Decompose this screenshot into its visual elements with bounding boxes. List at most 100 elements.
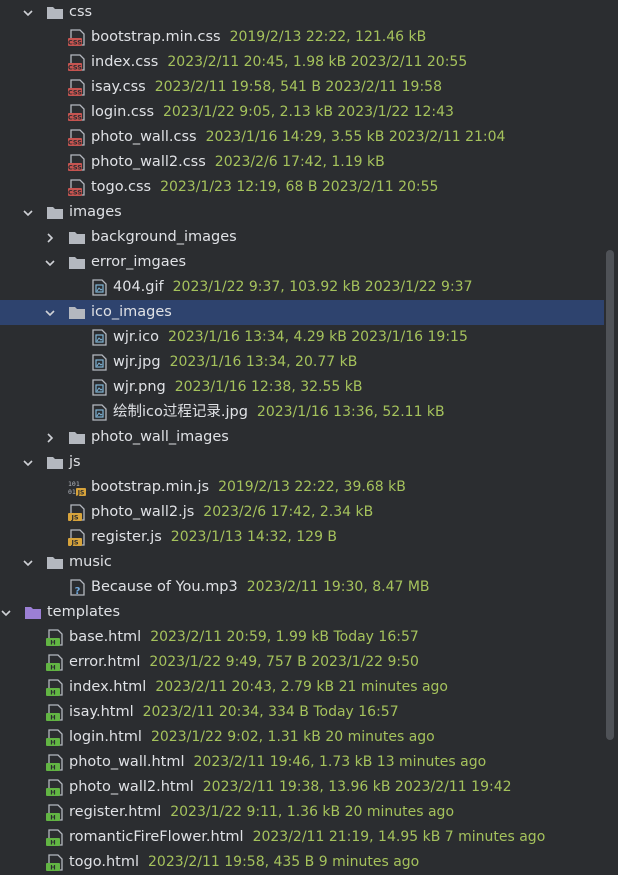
tree-item-label: wjr.ico 2023/1/16 13:34, 4.29 kB 2023/1/1… — [113, 325, 468, 350]
tree-item-label: photo_wall2.js 2023/2/6 17:42, 2.34 kB — [91, 500, 373, 525]
tree-file-row[interactable]: Hphoto_wall.html 2023/2/11 19:46, 1.73 kB… — [0, 750, 604, 775]
tree-file-row[interactable]: CSS index.css 2023/2/11 20:45, 1.98 kB 202… — [0, 50, 604, 75]
file-metadata: 2023/1/13 14:32, 129 B — [170, 529, 338, 545]
tree-folder-row[interactable]: js — [0, 450, 604, 475]
css-file-icon: CSS — [68, 104, 86, 121]
tree-file-row[interactable]: 绘制ico过程记录.jpg 2023/1/16 13:36, 52.11 kB — [0, 400, 604, 425]
css-file-icon: CSS — [68, 179, 86, 196]
tree-file-row[interactable]: CSS isay.css 2023/2/11 19:58, 541 B 2023/2… — [0, 75, 604, 100]
image-file-icon — [90, 354, 108, 371]
file-name: js — [69, 454, 81, 470]
tree-file-row[interactable]: CSS login.css 2023/1/22 9:05, 2.13 kB 2023… — [0, 100, 604, 125]
tree-file-row[interactable]: Hbase.html 2023/2/11 20:59, 1.99 kB Today… — [0, 625, 604, 650]
tree-file-row[interactable]: Hisay.html 2023/2/11 20:34, 334 B Today 1… — [0, 700, 604, 725]
file-name: error.html — [69, 654, 141, 670]
tree-file-row[interactable]: Herror.html 2023/1/22 9:49, 757 B 2023/1/… — [0, 650, 604, 675]
tree-file-row[interactable]: HromanticFireFlower.html 2023/2/11 21:19,… — [0, 825, 604, 850]
tree-file-row[interactable]: CSS bootstrap.min.css 2019/2/13 22:22, 121… — [0, 25, 604, 50]
chevron-right-icon[interactable] — [42, 225, 58, 250]
file-name: Because of You.mp3 — [91, 579, 238, 595]
file-name: photo_wall2.html — [69, 779, 194, 795]
tree-item-label: wjr.jpg 2023/1/16 13:34, 20.77 kB — [113, 350, 357, 375]
chevron-down-icon[interactable] — [20, 550, 36, 575]
chevron-right-icon[interactable] — [42, 425, 58, 450]
tree-file-row[interactable]: JS photo_wall2.js 2023/2/6 17:42, 2.34 kB — [0, 500, 604, 525]
tree-folder-row[interactable]: ico_images — [0, 300, 604, 325]
chevron-down-icon[interactable] — [20, 450, 36, 475]
tree-file-row[interactable]: Hregister.html 2023/1/22 9:11, 1.36 kB 20… — [0, 800, 604, 825]
tree-file-row[interactable]: Hindex.html 2023/2/11 20:43, 2.79 kB 21 m… — [0, 675, 604, 700]
tree-item-label: photo_wall2.css 2023/2/6 17:42, 1.19 kB — [91, 150, 385, 175]
tree-folder-row[interactable]: images — [0, 200, 604, 225]
folder-icon — [68, 254, 86, 271]
chevron-down-icon[interactable] — [42, 250, 58, 275]
file-name: wjr.png — [113, 379, 166, 395]
svg-text:CSS: CSS — [68, 64, 82, 72]
svg-text:H: H — [50, 664, 55, 672]
tree-folder-row[interactable]: music — [0, 550, 604, 575]
html-file-icon: H — [46, 754, 64, 771]
file-metadata: 2023/1/22 9:02, 1.31 kB 20 minutes ago — [150, 729, 435, 745]
chevron-down-icon[interactable] — [20, 200, 36, 225]
chevron-down-icon[interactable] — [20, 0, 36, 25]
tree-file-row[interactable]: wjr.jpg 2023/1/16 13:34, 20.77 kB — [0, 350, 604, 375]
svg-text:H: H — [50, 639, 55, 647]
file-metadata: 2023/1/22 9:05, 2.13 kB 2023/1/22 12:43 — [163, 104, 454, 120]
scrollbar-thumb[interactable] — [606, 250, 614, 740]
tree-file-row[interactable]: wjr.ico 2023/1/16 13:34, 4.29 kB 2023/1/1… — [0, 325, 604, 350]
svg-text:H: H — [50, 689, 55, 697]
file-metadata: 2023/1/16 14:29, 3.55 kB 2023/2/11 21:04 — [205, 129, 506, 145]
file-name: wjr.ico — [113, 329, 159, 345]
file-metadata: 2023/2/6 17:42, 1.19 kB — [214, 154, 385, 170]
tree-item-label: wjr.png 2023/1/16 12:38, 32.55 kB — [113, 375, 362, 400]
tree-file-row[interactable]: Hlogin.html 2023/1/22 9:02, 1.31 kB 20 mi… — [0, 725, 604, 750]
js-file-icon: JS — [68, 504, 86, 521]
folder-icon — [46, 554, 64, 571]
tree-item-label: 404.gif 2023/1/22 9:37, 103.92 kB 2023/1/… — [113, 275, 472, 300]
tree-folder-row[interactable]: error_imgaes — [0, 250, 604, 275]
tree-file-row[interactable]: 101 01 JS bootstrap.min.js 2019/2/13 22:22… — [0, 475, 604, 500]
html-file-icon: H — [46, 679, 64, 696]
tree-file-row[interactable]: 404.gif 2023/1/22 9:37, 103.92 kB 2023/1/… — [0, 275, 604, 300]
tree-file-row[interactable]: JS register.js 2023/1/13 14:32, 129 B — [0, 525, 604, 550]
tree-file-row[interactable]: CSS photo_wall.css 2023/1/16 14:29, 3.55 k… — [0, 125, 604, 150]
tree-item-label: ico_images — [91, 300, 172, 325]
tree-item-label: photo_wall.html 2023/2/11 19:46, 1.73 kB … — [69, 750, 486, 775]
svg-text:01: 01 — [68, 488, 76, 496]
html-file-icon: H — [46, 629, 64, 646]
tree-folder-row[interactable]: background_images — [0, 225, 604, 250]
folder-icon — [46, 204, 64, 221]
file-metadata: 2023/2/11 20:45, 1.98 kB 2023/2/11 20:55 — [167, 54, 468, 70]
tree-item-label: templates — [47, 600, 120, 625]
tree-file-row[interactable]: Hphoto_wall2.html 2023/2/11 19:38, 13.96 … — [0, 775, 604, 800]
chevron-down-icon[interactable] — [0, 600, 14, 625]
tree-item-label: register.js 2023/1/13 14:32, 129 B — [91, 525, 337, 550]
tree-file-row[interactable]: CSS togo.css 2023/1/23 12:19, 68 B 2023/2/… — [0, 175, 604, 200]
file-name: photo_wall2.css — [91, 154, 206, 170]
tree-item-label: images — [69, 200, 122, 225]
file-metadata: 2019/2/13 22:22, 121.46 kB — [229, 29, 427, 45]
file-name: togo.css — [91, 179, 152, 195]
tree-item-label: login.html 2023/1/22 9:02, 1.31 kB 20 min… — [69, 725, 435, 750]
tree-file-row[interactable]: ? Because of You.mp3 2023/2/11 19:30, 8.47… — [0, 575, 604, 600]
tree-file-row[interactable]: Htogo.html 2023/2/11 19:58, 435 B 9 minut… — [0, 850, 604, 875]
file-metadata: 2023/1/16 13:34, 4.29 kB 2023/1/16 19:15 — [168, 329, 468, 345]
folder-icon — [68, 229, 86, 246]
chevron-down-icon[interactable] — [42, 300, 58, 325]
tree-folder-row[interactable]: photo_wall_images — [0, 425, 604, 450]
file-metadata: 2023/1/16 13:36, 52.11 kB — [256, 404, 445, 420]
project-tree[interactable]: css CSS bootstrap.min.css 2019/2/13 22:22,… — [0, 0, 604, 875]
file-name: togo.html — [69, 854, 140, 870]
tree-file-row[interactable]: wjr.png 2023/1/16 12:38, 32.55 kB — [0, 375, 604, 400]
vertical-scrollbar[interactable] — [604, 0, 616, 870]
file-name: login.css — [91, 104, 155, 120]
tree-folder-row[interactable]: templates — [0, 600, 604, 625]
svg-text:CSS: CSS — [68, 164, 82, 172]
tree-item-label: isay.html 2023/2/11 20:34, 334 B Today 16… — [69, 700, 399, 725]
tree-folder-row[interactable]: css — [0, 0, 604, 25]
file-metadata: 2023/2/11 19:30, 8.47 MB — [246, 579, 430, 595]
tree-file-row[interactable]: CSS photo_wall2.css 2023/2/6 17:42, 1.19 k… — [0, 150, 604, 175]
file-name: error_imgaes — [91, 254, 187, 270]
html-file-icon: H — [46, 704, 64, 721]
folder-icon — [46, 4, 64, 21]
